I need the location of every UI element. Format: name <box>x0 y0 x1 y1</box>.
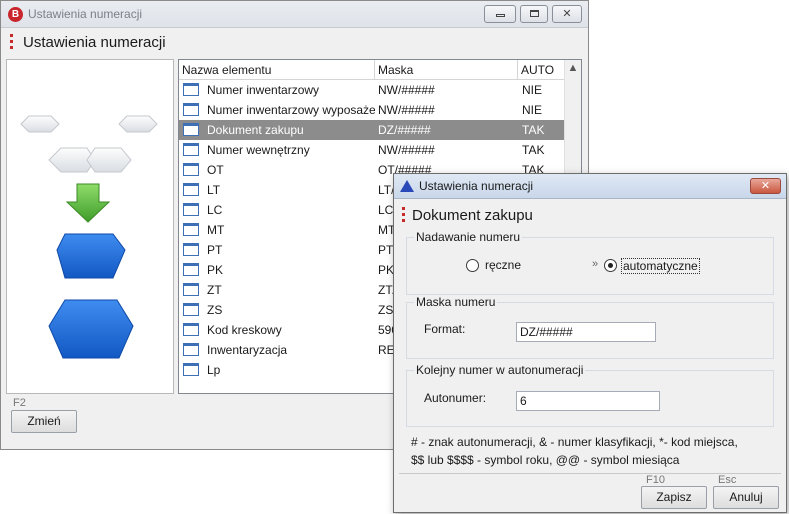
item-mask: DZ/##### <box>378 123 431 137</box>
item-name: Lp <box>207 363 221 377</box>
warning-triangle-icon <box>400 180 414 192</box>
page-title: Ustawienia numeracji <box>23 34 166 51</box>
header-dots-icon <box>10 34 13 49</box>
autonumber-input[interactable]: 6 <box>516 391 660 411</box>
folder-icon <box>183 343 199 356</box>
list-item[interactable]: Numer inwentarzowy NW/##### NIE <box>179 80 565 100</box>
folder-icon <box>183 243 199 256</box>
item-name: Numer wewnętrzny <box>207 143 310 157</box>
dialog-title: Ustawienia numeracji <box>419 179 534 193</box>
folder-icon <box>183 143 199 156</box>
item-name: Numer inwentarzowy wyposażenia <box>207 103 375 117</box>
item-name: Numer inwentarzowy <box>207 83 320 97</box>
item-name: Inwentaryzacja <box>207 343 288 357</box>
main-titlebar[interactable]: B Ustawienia numeracji ✕ <box>1 1 588 28</box>
mask-group: Maska numeru Format: DZ/##### <box>406 295 774 359</box>
help-text-line-2: $$ lub $$$$ - symbol roku, @@ - symbol m… <box>411 453 680 467</box>
item-mask: NW/##### <box>378 143 435 157</box>
folder-icon <box>183 183 199 196</box>
folder-icon <box>183 123 199 136</box>
main-header: Ustawienia numeracji <box>1 29 588 57</box>
item-name: LC <box>207 203 223 217</box>
radio-automatic-label[interactable]: automatyczne <box>621 258 700 274</box>
item-name: PT <box>207 243 223 257</box>
autonumber-group: Kolejny numer w autonumeracji Autonumer:… <box>406 363 774 427</box>
dialog-titlebar[interactable]: Ustawienia numeracji ✕ <box>394 174 786 199</box>
close-icon: ✕ <box>760 180 771 192</box>
radio-automatic[interactable] <box>604 259 617 272</box>
illustration-panel <box>6 59 174 394</box>
help-text-line-1: # - znak autonumeracji, & - numer klasyf… <box>411 435 738 449</box>
format-label: Format: <box>424 322 466 336</box>
shortcut-esc-label: Esc <box>718 474 737 486</box>
shortcut-f2-label: F2 <box>13 397 26 409</box>
item-name: PK <box>207 263 224 277</box>
cancel-button[interactable]: Anuluj <box>713 486 779 509</box>
item-name: Kod kreskowy <box>207 323 282 337</box>
list-item[interactable]: Numer wewnętrzny NW/##### TAK <box>179 140 565 160</box>
column-header-name[interactable]: Nazwa elementu <box>179 60 375 80</box>
list-item[interactable]: Numer inwentarzowy wyposażenia NW/##### NI… <box>179 100 565 120</box>
folder-icon <box>183 203 199 216</box>
folder-icon <box>183 163 199 176</box>
shortcut-f10-label: F10 <box>646 474 665 486</box>
numbering-dialog: Ustawienia numeracji ✕ Dokument zakupu N… <box>393 173 787 513</box>
item-auto: NIE <box>522 103 543 117</box>
column-header-mask[interactable]: Maska <box>375 60 518 80</box>
scroll-up-icon[interactable]: ▲ <box>565 62 581 74</box>
item-name: MT <box>207 223 225 237</box>
autonumber-group-label: Kolejny numer w autonumeracji <box>414 363 586 377</box>
close-window-button[interactable]: ✕ <box>552 5 582 23</box>
change-button[interactable]: Zmień <box>11 410 77 433</box>
radio-manual[interactable] <box>466 259 479 272</box>
numbering-mode-label: Nadawanie numeru <box>414 230 523 244</box>
folder-icon <box>183 303 199 316</box>
autonumber-label: Autonumer: <box>424 391 487 405</box>
main-window-title: Ustawienia numeracji <box>28 7 143 21</box>
numbering-illustration-icon <box>20 115 158 359</box>
mask-group-label: Maska numeru <box>414 295 498 309</box>
folder-icon <box>183 83 199 96</box>
item-name: Dokument zakupu <box>207 123 304 137</box>
folder-icon <box>183 263 199 276</box>
item-name: LT <box>207 183 221 197</box>
app-logo-icon: B <box>8 7 23 22</box>
numbering-mode-group: Nadawanie numeru ręczne » automatyczne <box>406 230 774 295</box>
maximize-button[interactable] <box>520 5 548 23</box>
item-name: ZT <box>207 283 222 297</box>
item-auto: TAK <box>522 143 545 157</box>
folder-icon <box>183 363 199 376</box>
close-icon: ✕ <box>562 8 572 20</box>
item-auto: TAK <box>522 123 545 137</box>
list-header: Nazwa elementu Maska AUTO <box>179 60 581 80</box>
dialog-heading: Dokument zakupu <box>412 207 533 224</box>
list-item[interactable]: Dokument zakupu DZ/##### TAK <box>179 120 565 140</box>
heading-dots-icon <box>402 207 405 222</box>
minimize-icon <box>495 14 505 17</box>
folder-icon <box>183 223 199 236</box>
format-input[interactable]: DZ/##### <box>516 322 656 342</box>
save-button[interactable]: Zapisz <box>641 486 707 509</box>
item-mask: NW/##### <box>378 103 435 117</box>
maximize-icon <box>529 10 539 17</box>
folder-icon <box>183 283 199 296</box>
radio-manual-label[interactable]: ręczne <box>485 258 521 272</box>
chevron-right-icon: » <box>592 258 599 270</box>
column-header-auto[interactable]: AUTO <box>518 60 565 80</box>
minimize-button[interactable] <box>484 5 516 23</box>
item-name: ZS <box>207 303 223 317</box>
item-name: OT <box>207 163 224 177</box>
folder-icon <box>183 103 199 116</box>
item-mask: NW/##### <box>378 83 435 97</box>
item-auto: NIE <box>522 83 543 97</box>
dialog-close-button[interactable]: ✕ <box>750 178 781 194</box>
folder-icon <box>183 323 199 336</box>
